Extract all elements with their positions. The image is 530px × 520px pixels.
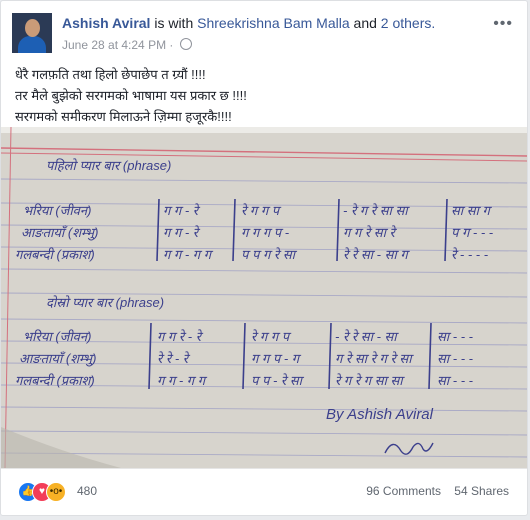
- row-label: आङतायाँ (शम्भु): [21, 225, 98, 241]
- row-cell: रे ग ग प: [251, 329, 292, 344]
- row-cell: ग ग - ग ग: [163, 247, 214, 262]
- row-cell: रे ग रे ग सा सा: [335, 373, 405, 388]
- row-cell: ग ग प - ग: [251, 351, 302, 366]
- row-label: आङतायाँ (शम्भु): [19, 351, 96, 367]
- globe-icon: [179, 38, 192, 50]
- avatar[interactable]: [12, 13, 52, 53]
- post-timestamp[interactable]: June 28 at 4:24 PM: [62, 38, 166, 52]
- photo-heading-1: पहिलो प्यार बार (phrase): [46, 158, 171, 173]
- comments-count-link[interactable]: 96 Comments: [366, 484, 441, 498]
- author-link[interactable]: Ashish Aviral: [62, 15, 150, 31]
- row-cell: ग ग रे सा रे: [343, 225, 398, 240]
- row-cell: - रे ग रे सा सा: [343, 203, 410, 218]
- wow-icon: •o•: [46, 482, 66, 502]
- row-cell: रे रे - रे: [157, 351, 191, 366]
- row-label: भरिया (जीवन): [23, 329, 91, 344]
- post-text: धेरै गलफ़ति तथा हिलो छेपाछेप त ग्र्यौं !…: [15, 64, 247, 127]
- row-cell: सा - - -: [437, 329, 474, 344]
- row-cell: - रे रे सा - सा: [335, 329, 399, 344]
- post-photo[interactable]: पहिलो प्यार बार (phrase) भरिया (जीवन) ग …: [1, 127, 527, 468]
- photo-signature: By Ashish Aviral: [326, 406, 434, 423]
- avatar-face-shape: [25, 19, 40, 37]
- post-meta: June 28 at 4:24 PM ·: [62, 38, 192, 52]
- row-cell: ग ग ग प -: [241, 225, 290, 240]
- post-header: Ashish Aviral is with Shreekrishna Bam M…: [62, 15, 435, 31]
- row-cell: सा - - -: [437, 351, 474, 366]
- row-cell: ग ग - रे: [163, 225, 201, 240]
- row-cell: प प ग रे सा: [241, 247, 298, 262]
- meta-separator: ·: [169, 38, 174, 52]
- post-text-line: तर मैले बुझेको सरगमको भाषामा यस प्रकार छ…: [15, 88, 247, 103]
- with-text: is with: [154, 15, 194, 31]
- row-cell: प ग - - -: [451, 225, 494, 240]
- post-stats: 96 Comments 54 Shares: [356, 484, 509, 498]
- photo-heading-2: दोस्रो प्यार बार (phrase): [46, 295, 164, 310]
- facebook-post: Ashish Aviral is with Shreekrishna Bam M…: [0, 0, 528, 516]
- and-text: and: [353, 15, 377, 31]
- row-cell: प प - रे सा: [251, 373, 305, 388]
- post-text-line: धेरै गलफ़ति तथा हिलो छेपाछेप त ग्र्यौं !…: [15, 67, 206, 82]
- row-label: गलबन्दी (प्रकाश): [15, 247, 95, 262]
- row-cell: सा - - -: [437, 373, 474, 388]
- row-cell: ग रे सा रे ग रे सा: [335, 351, 414, 366]
- avatar-body-shape: [18, 36, 46, 53]
- row-label: भरिया (जीवन): [23, 203, 91, 218]
- row-label: गलबन्दी (प्रकाश): [15, 373, 95, 388]
- row-cell: ग ग - ग ग: [157, 373, 208, 388]
- tagged-person-link[interactable]: Shreekrishna Bam Malla: [197, 15, 350, 31]
- reaction-count[interactable]: 480: [77, 484, 97, 498]
- row-cell: सा सा ग: [451, 203, 493, 218]
- row-cell: ग ग रे - रे: [157, 329, 204, 344]
- shares-count-link[interactable]: 54 Shares: [454, 484, 509, 498]
- others-link[interactable]: 2 others.: [381, 15, 435, 31]
- row-cell: ग ग - रे: [163, 203, 201, 218]
- more-options-icon[interactable]: •••: [493, 15, 513, 33]
- row-cell: रे ग ग प: [241, 203, 282, 218]
- row-cell: रे - - - -: [451, 247, 489, 262]
- post-footer: 👍 ♥ •o• 480 96 Comments 54 Shares: [1, 468, 527, 516]
- row-cell: रे रे सा - सा ग: [343, 247, 410, 262]
- post-text-line: सरगमको समीकरण मिलाऊने ज़िम्मा हजूरकै!!!!: [15, 109, 232, 124]
- notebook-photo: पहिलो प्यार बार (phrase) भरिया (जीवन) ग …: [1, 127, 527, 468]
